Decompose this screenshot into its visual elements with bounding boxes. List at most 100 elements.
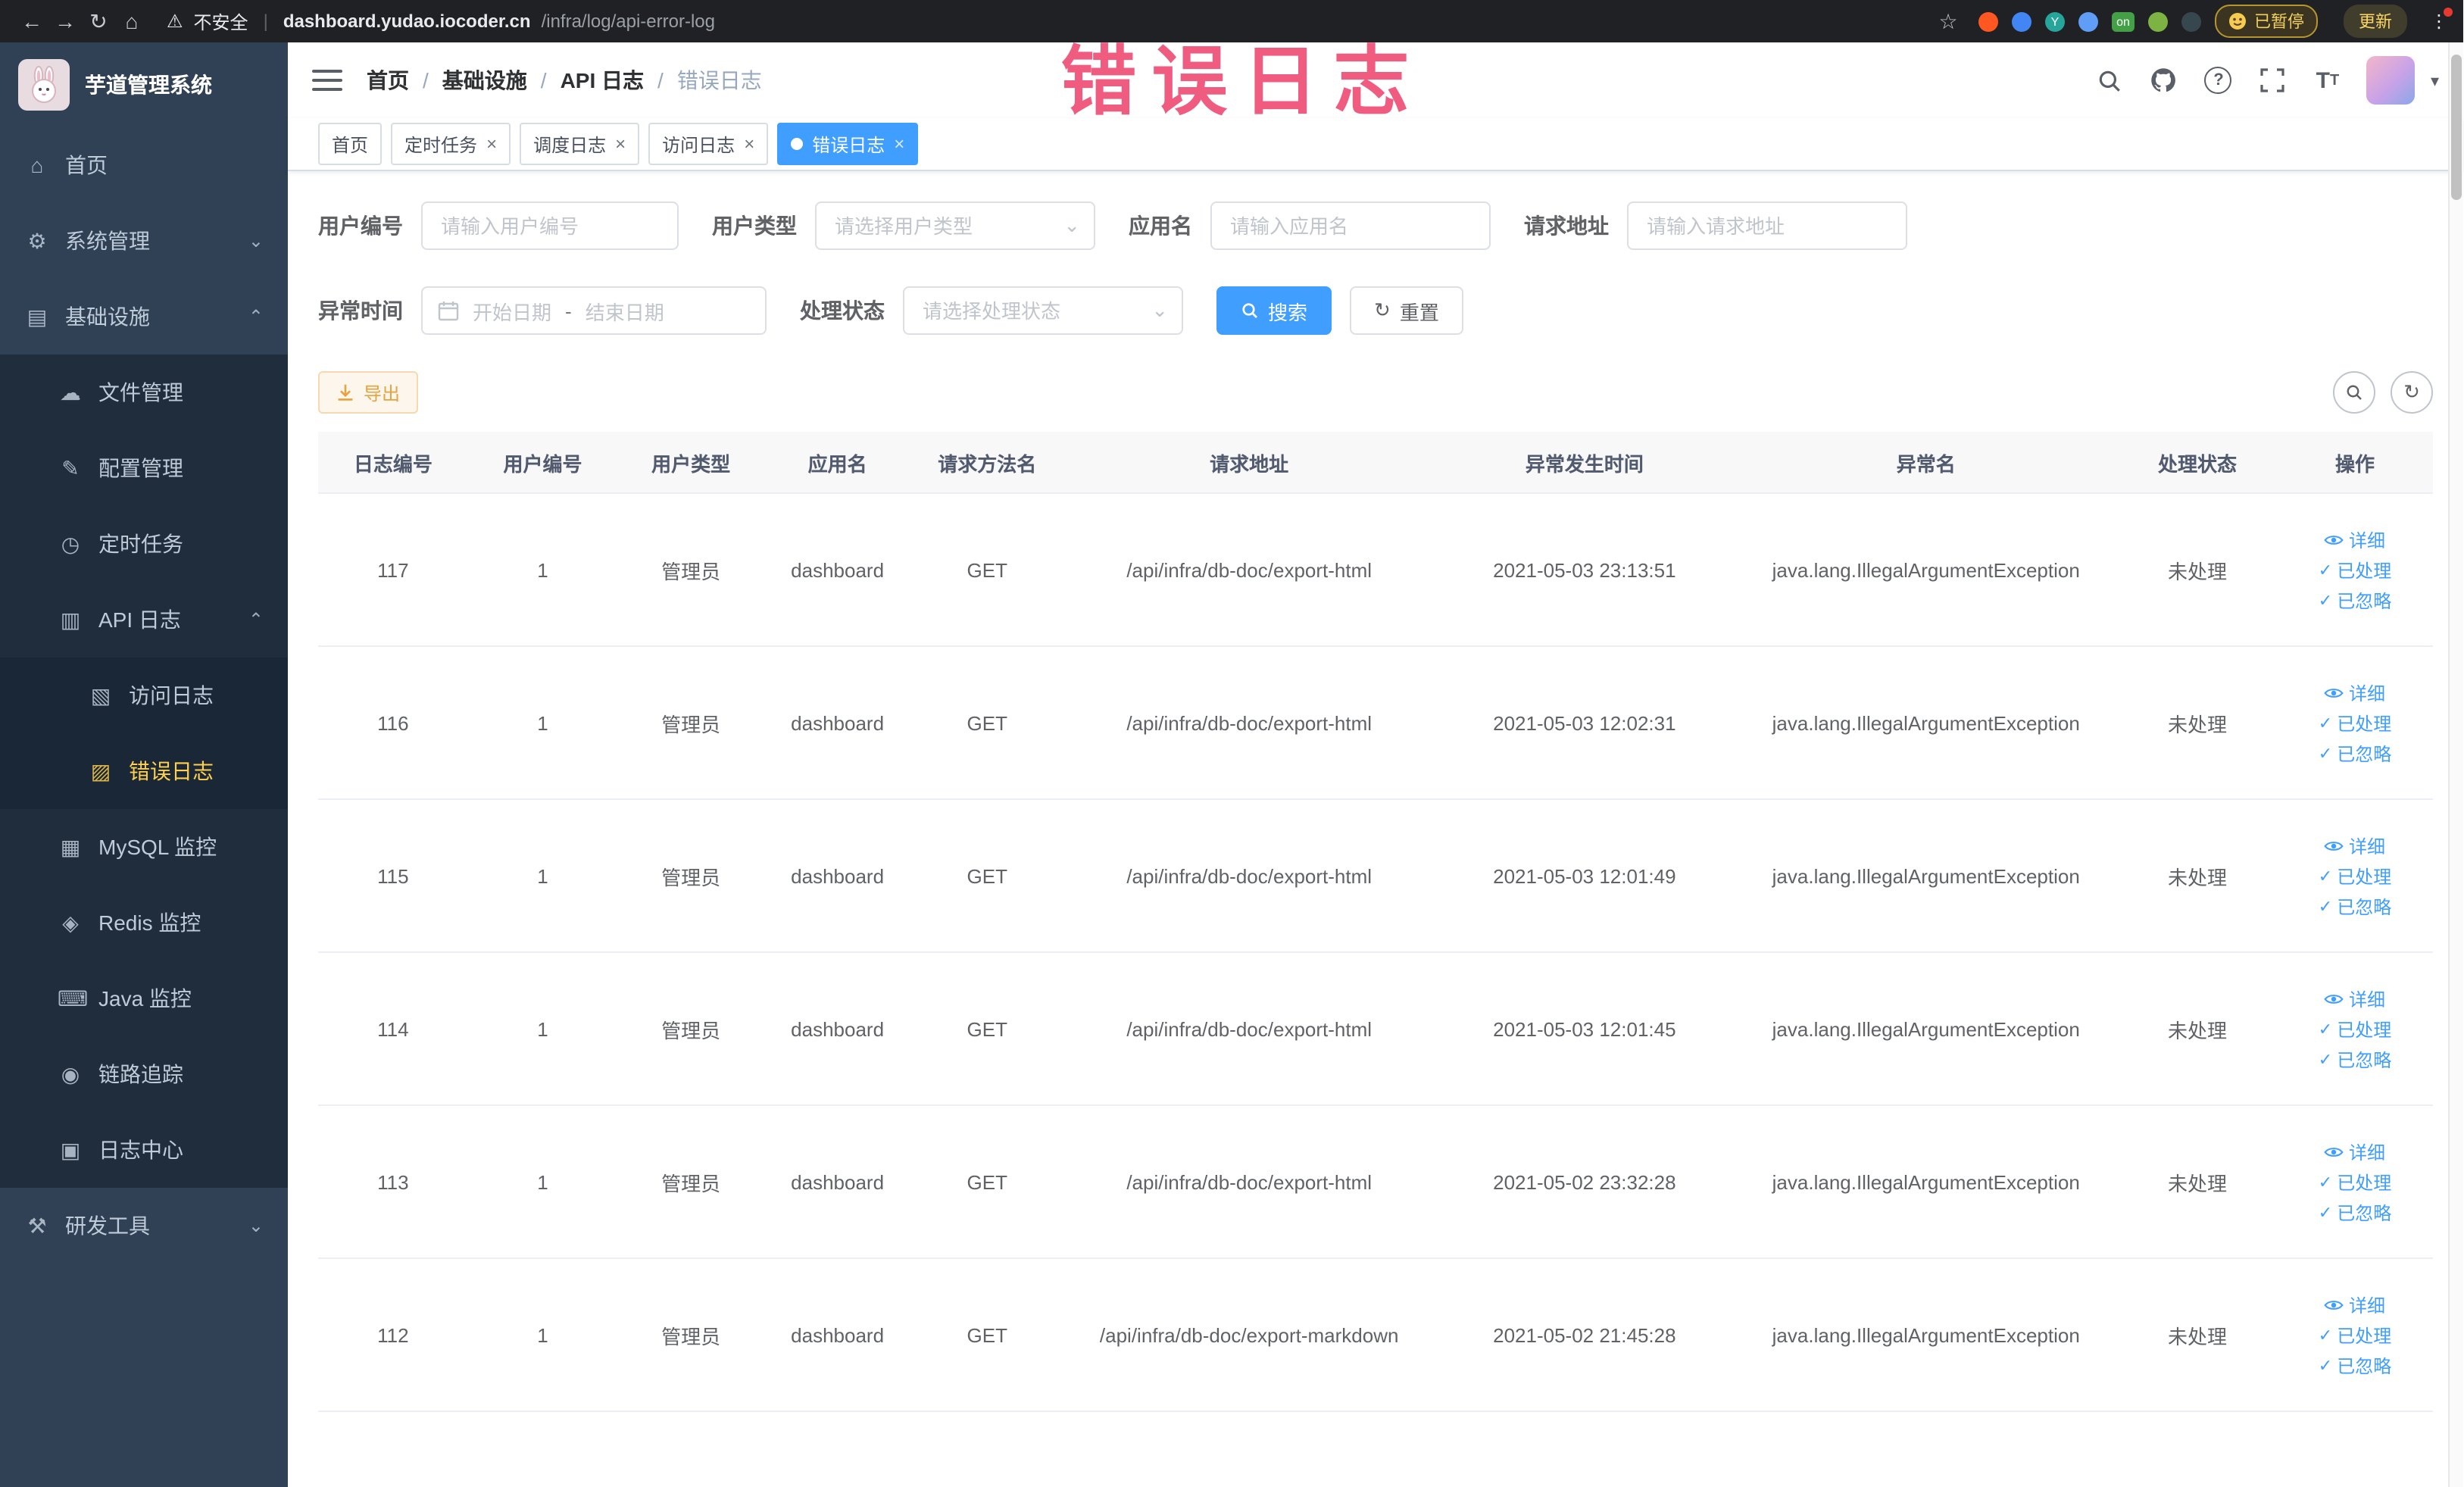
java-icon: ⌨: [58, 986, 89, 1010]
breadcrumb-home[interactable]: 首页: [367, 65, 409, 95]
scrollbar-thumb[interactable]: [2451, 55, 2462, 200]
tab-close-icon[interactable]: ×: [744, 135, 754, 153]
avatar-caret-icon[interactable]: ▾: [2431, 70, 2439, 90]
sidebar-item-system[interactable]: ⚙ 系统管理 ⌄: [0, 203, 288, 279]
mark-processed-link[interactable]: ✓ 已处理: [2319, 1016, 2391, 1042]
search-button[interactable]: 搜索: [1216, 286, 1332, 335]
sidebar-item-mysql-monitor[interactable]: ▦ MySQL 监控: [0, 809, 288, 885]
extension-icon-grid[interactable]: [2078, 11, 2098, 31]
help-icon[interactable]: ?: [2203, 65, 2234, 95]
sidebar-item-access-log[interactable]: ▧ 访问日志: [0, 658, 288, 733]
browser-home-icon[interactable]: ⌂: [115, 5, 148, 38]
view-tab[interactable]: 首页 ×: [318, 123, 383, 165]
sidebar-item-java-monitor[interactable]: ⌨ Java 监控: [0, 961, 288, 1036]
tab-close-icon[interactable]: ×: [486, 135, 497, 153]
sidebar-item-redis-monitor[interactable]: ◈ Redis 监控: [0, 885, 288, 961]
detail-link[interactable]: 详细: [2325, 1139, 2385, 1164]
sidebar-item-file-management[interactable]: ☁ 文件管理: [0, 355, 288, 430]
exception-time-range-picker[interactable]: 开始日期 - 结束日期: [421, 286, 767, 335]
extension-icon-on[interactable]: on: [2112, 11, 2135, 31]
user-type-select[interactable]: ⌄: [815, 201, 1095, 250]
refresh-table-button[interactable]: ↻: [2391, 371, 2433, 414]
toggle-search-button[interactable]: [2333, 371, 2375, 414]
mark-processed-link[interactable]: ✓ 已处理: [2319, 1169, 2391, 1195]
sidebar-item-trace[interactable]: ◉ 链路追踪: [0, 1036, 288, 1112]
search-icon: [2347, 385, 2362, 400]
mark-ignored-link[interactable]: ✓ 已忽略: [2319, 587, 2391, 613]
hamburger-icon[interactable]: [312, 65, 342, 95]
check-icon: ✓: [2318, 714, 2333, 733]
mark-ignored-link[interactable]: ✓ 已忽略: [2319, 893, 2391, 919]
col-header-request-url: 请求地址: [1063, 432, 1435, 494]
mark-processed-link[interactable]: ✓ 已处理: [2319, 710, 2391, 736]
sidebar-item-scheduled-jobs[interactable]: ◷ 定时任务: [0, 506, 288, 582]
breadcrumb-api-log[interactable]: API 日志: [561, 65, 644, 95]
fullscreen-icon[interactable]: [2258, 65, 2288, 95]
app-logo[interactable]: 芋道管理系统: [0, 42, 288, 127]
reset-button[interactable]: ↻ 重置: [1350, 286, 1463, 335]
error-log-icon: ▨: [90, 758, 111, 783]
cell-request-url: /api/infra/db-doc/export-markdown: [1063, 1258, 1435, 1412]
browser-reload-icon[interactable]: ↻: [82, 5, 115, 38]
github-icon[interactable]: [2149, 65, 2179, 95]
browser-extensions: ☆ Y on 已暂停 更新 ⋮: [1932, 5, 2453, 38]
eye-icon: [2325, 535, 2344, 544]
page-scrollbar[interactable]: [2448, 42, 2463, 1487]
request-url-input[interactable]: [1627, 201, 1907, 250]
extension-icon-y[interactable]: Y: [2045, 11, 2065, 31]
mark-ignored-link[interactable]: ✓ 已忽略: [2319, 1199, 2391, 1225]
cell-request-url: /api/infra/db-doc/export-html: [1063, 1105, 1435, 1259]
eye-icon: [2325, 1300, 2344, 1309]
cell-user-id: 1: [467, 799, 618, 953]
address-bar[interactable]: ⚠ 不安全 | dashboard.yudao.iocoder.cn/infra…: [167, 8, 1913, 34]
detail-link[interactable]: 详细: [2325, 679, 2385, 705]
view-tab[interactable]: 调度日志 ×: [520, 123, 640, 165]
sidebar-item-config-management[interactable]: ✎ 配置管理: [0, 430, 288, 506]
user-avatar[interactable]: [2366, 56, 2416, 105]
view-tab[interactable]: 访问日志 ×: [648, 123, 769, 165]
mark-ignored-link[interactable]: ✓ 已忽略: [2319, 1046, 2391, 1072]
export-button[interactable]: 导出: [318, 371, 419, 414]
view-tab[interactable]: 错误日志 ×: [777, 123, 919, 165]
mark-ignored-link[interactable]: ✓ 已忽略: [2319, 1352, 2391, 1378]
sidebar-item-infrastructure[interactable]: ▤ 基础设施 ⌃: [0, 279, 288, 355]
cell-user-id: 1: [467, 646, 618, 800]
date-separator: -: [565, 299, 572, 322]
breadcrumb-infrastructure[interactable]: 基础设施: [442, 65, 527, 95]
extension-icon-orange[interactable]: [1978, 11, 1998, 31]
browser-back-icon[interactable]: ←: [15, 5, 48, 38]
navbar: 首页 / 基础设施 / API 日志 / 错误日志 ? T T ▾: [288, 42, 2463, 118]
browser-forward-icon[interactable]: →: [48, 5, 82, 38]
extension-icon-dark[interactable]: [2181, 11, 2201, 31]
mark-processed-link[interactable]: ✓ 已处理: [2319, 557, 2391, 583]
mark-processed-link[interactable]: ✓ 已处理: [2319, 1322, 2391, 1348]
process-status-select[interactable]: ⌄: [903, 286, 1183, 335]
view-tab[interactable]: 定时任务 ×: [391, 123, 511, 165]
cell-request-url: /api/infra/db-doc/export-html: [1063, 799, 1435, 953]
detail-link[interactable]: 详细: [2325, 1292, 2385, 1317]
sidebar-item-api-log[interactable]: ▥ API 日志 ⌃: [0, 582, 288, 658]
detail-link[interactable]: 详细: [2325, 833, 2385, 858]
search-icon[interactable]: [2094, 65, 2125, 95]
table-row: 114 1 管理员 dashboard GET /api/infra/db-do…: [318, 952, 2433, 1106]
bookmark-star-icon[interactable]: ☆: [1932, 5, 1965, 38]
update-button[interactable]: 更新: [2344, 5, 2407, 38]
sidebar-item-error-log[interactable]: ▨ 错误日志: [0, 733, 288, 809]
sidebar-item-dev-tools[interactable]: ⚒ 研发工具 ⌄: [0, 1188, 288, 1264]
detail-link[interactable]: 详细: [2325, 526, 2385, 552]
sidebar-item-home[interactable]: ⌂ 首页: [0, 127, 288, 203]
font-size-icon[interactable]: TT: [2313, 65, 2343, 95]
detail-link[interactable]: 详细: [2325, 986, 2385, 1011]
mark-processed-link[interactable]: ✓ 已处理: [2319, 863, 2391, 889]
mark-ignored-link[interactable]: ✓ 已忽略: [2319, 740, 2391, 766]
extension-icon-blue-drop[interactable]: [2012, 11, 2031, 31]
browser-menu-icon[interactable]: ⋮: [2430, 8, 2453, 32]
extension-icon-green[interactable]: [2148, 11, 2168, 31]
url-path: /infra/log/api-error-log: [541, 11, 715, 32]
tab-close-icon[interactable]: ×: [615, 135, 626, 153]
sidebar-item-log-center[interactable]: ▣ 日志中心: [0, 1112, 288, 1188]
paused-badge[interactable]: 已暂停: [2215, 5, 2318, 38]
app-name-input[interactable]: [1210, 201, 1491, 250]
tab-close-icon[interactable]: ×: [894, 135, 904, 153]
user-id-input[interactable]: [421, 201, 679, 250]
